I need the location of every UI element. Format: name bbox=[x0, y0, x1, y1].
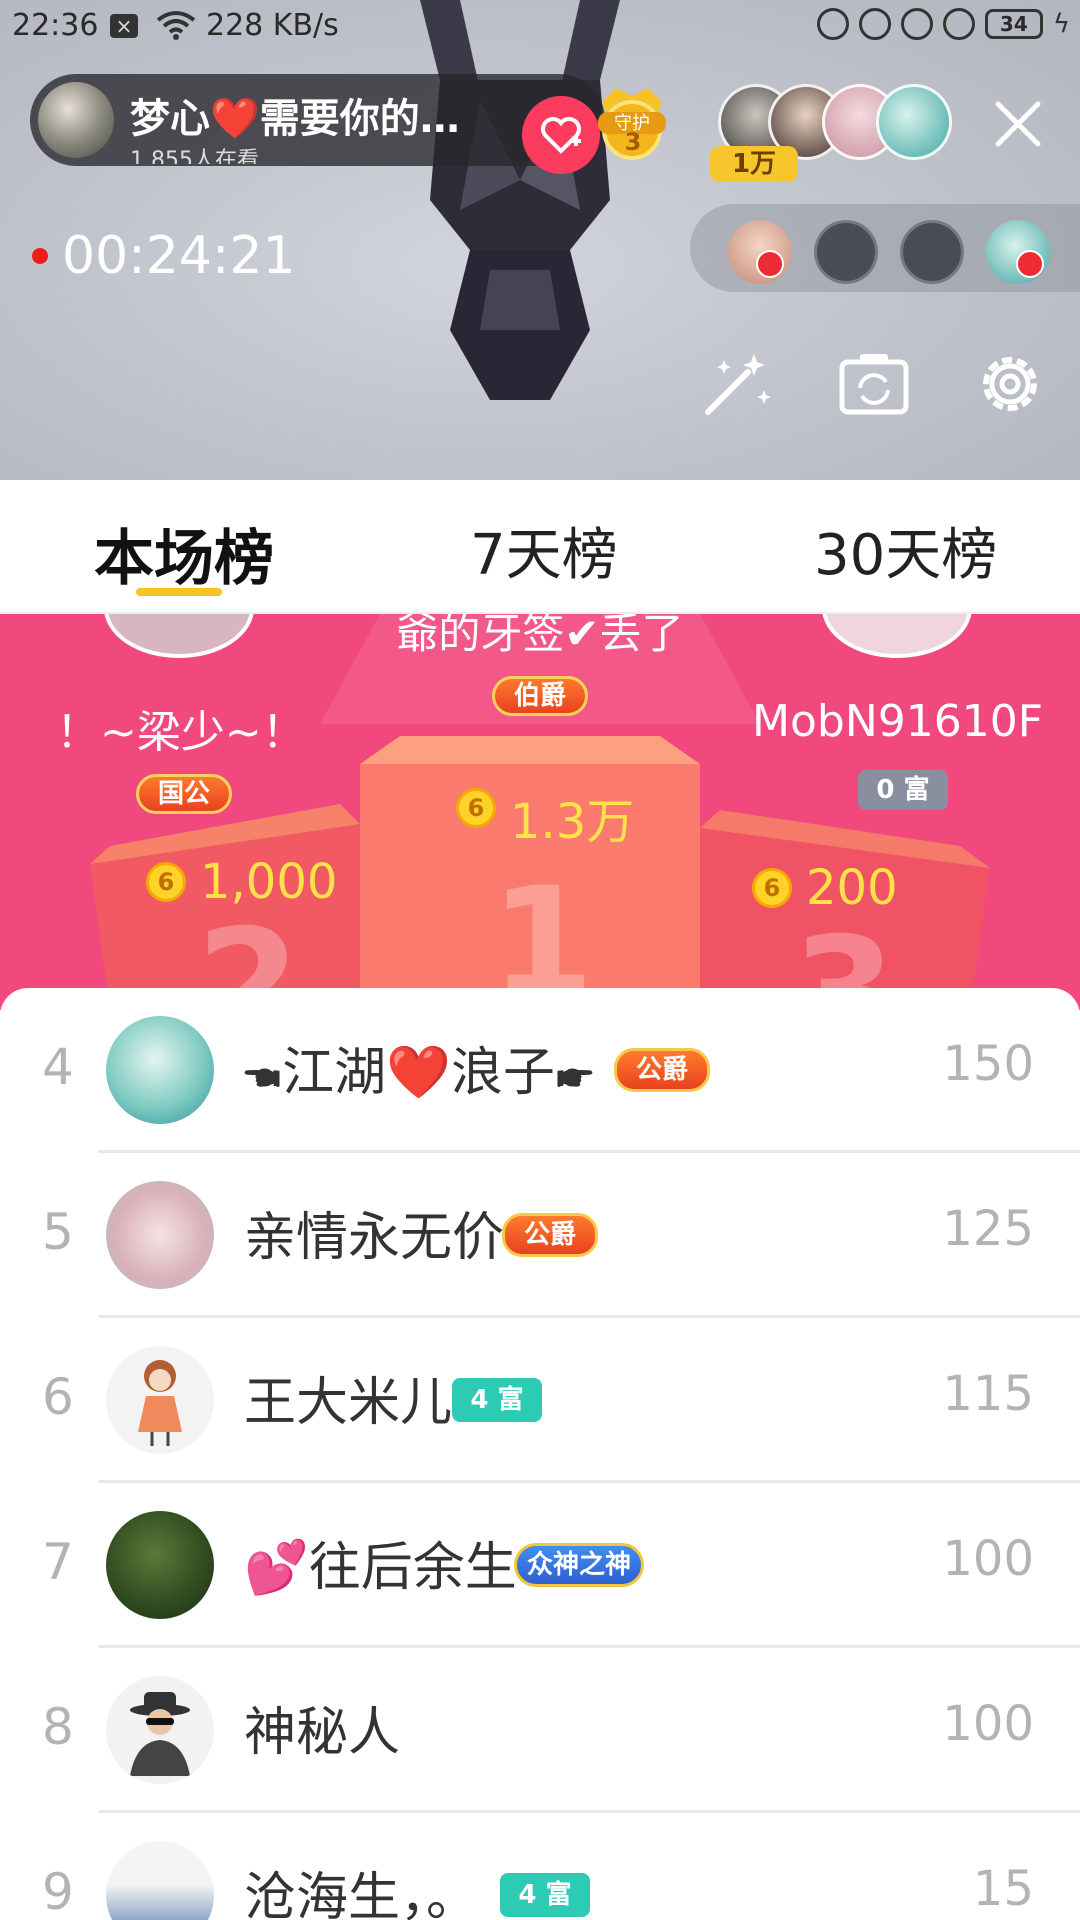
ranking-list: 4 🖜江湖❤️浪子🖝 公爵 150 5 亲情永无价 公爵 125 6 王大米儿 … bbox=[0, 988, 1080, 1920]
user-name: 神秘人 bbox=[244, 1703, 401, 1763]
avatar[interactable] bbox=[106, 1841, 214, 1920]
live-video-area: 22:36 × 228 KB/s 34 ϟ 梦心❤️需要你的… 1,855人在看 bbox=[0, 0, 1080, 480]
heart-plus-icon bbox=[541, 117, 581, 154]
girl-cartoon-icon bbox=[138, 1360, 182, 1446]
list-item[interactable]: 5 亲情永无价 公爵 125 bbox=[0, 1153, 1080, 1318]
contribution-score: 15 bbox=[972, 1861, 1034, 1917]
mute-icon bbox=[816, 8, 849, 40]
second-place-name: ！~梁少~！ bbox=[56, 707, 306, 758]
first-place-rank-badge: 伯爵 bbox=[492, 676, 588, 716]
third-place-rank-badge: 0 富 bbox=[858, 770, 948, 810]
rank-number: 7 bbox=[42, 1533, 74, 1591]
settings-gear-icon[interactable] bbox=[972, 346, 1048, 422]
top-three-podium: 爺的牙签✔丢了 伯爵 6 1.3万 1 ！~梁少~！ 国公 6 1,000 2 … bbox=[0, 614, 1080, 1010]
rank-number: 8 bbox=[42, 1698, 74, 1756]
noble-badge: 众神之神 bbox=[514, 1543, 644, 1587]
contribution-score: 100 bbox=[942, 1531, 1034, 1587]
avatar[interactable] bbox=[106, 1511, 214, 1619]
seat-icon bbox=[1016, 250, 1044, 278]
close-icon[interactable] bbox=[990, 96, 1046, 152]
second-place-rank-badge: 国公 bbox=[136, 774, 232, 814]
seat-3-empty[interactable] bbox=[900, 220, 964, 284]
network-speed: 228 KB/s bbox=[206, 8, 339, 43]
mystery-man-icon bbox=[130, 1692, 190, 1776]
user-name: 💕往后余生 bbox=[244, 1538, 517, 1598]
user-name: 🖜江湖❤️浪子🖝 bbox=[244, 1043, 593, 1103]
list-item[interactable]: 6 王大米儿 4 富 115 bbox=[0, 1318, 1080, 1483]
fans-count-badge[interactable]: 1万 bbox=[710, 146, 798, 182]
host-name: 梦心❤️需要你的… bbox=[130, 96, 460, 142]
lock-rotation-icon bbox=[858, 8, 891, 40]
list-item[interactable]: 7 💕往后余生 众神之神 100 bbox=[0, 1483, 1080, 1648]
guard-count: 3 bbox=[624, 128, 642, 156]
wealth-badge: 4 富 bbox=[500, 1873, 590, 1917]
follow-button[interactable] bbox=[522, 96, 600, 174]
avatar[interactable] bbox=[106, 1346, 214, 1454]
contribution-score: 115 bbox=[942, 1366, 1034, 1422]
seat-2-empty[interactable] bbox=[814, 220, 878, 284]
status-time: 22:36 bbox=[12, 8, 99, 43]
host-info-pill[interactable]: 梦心❤️需要你的… 1,855人在看 bbox=[30, 74, 605, 166]
first-place-score: 1.3万 bbox=[510, 794, 635, 850]
status-right-icons: 34 ϟ bbox=[816, 8, 1070, 40]
tab-session-board[interactable]: 本场榜 bbox=[94, 510, 274, 597]
contribution-score: 100 bbox=[942, 1696, 1034, 1752]
active-tab-indicator bbox=[136, 588, 222, 596]
contribution-score: 150 bbox=[942, 1036, 1034, 1092]
first-place-number: 1 bbox=[490, 856, 595, 1010]
user-name: 亲情永无价 bbox=[244, 1208, 505, 1268]
user-name: 王大米儿 bbox=[244, 1373, 453, 1433]
first-place-name: 爺的牙签✔丢了 bbox=[396, 614, 684, 658]
contribution-score: 125 bbox=[942, 1201, 1034, 1257]
third-place-name: MobN91610F bbox=[752, 696, 1044, 747]
video-background-deer-head bbox=[420, 0, 620, 400]
user-name: 沧海生，。 bbox=[244, 1868, 479, 1920]
list-item[interactable]: 4 🖜江湖❤️浪子🖝 公爵 150 bbox=[0, 988, 1080, 1153]
viewer-count: 1,855人在看 bbox=[130, 148, 259, 164]
avatar[interactable] bbox=[106, 1016, 214, 1124]
top-viewer-avatar-4[interactable] bbox=[876, 84, 952, 160]
charging-icon: ϟ bbox=[1052, 9, 1070, 39]
coin-icon: 6 bbox=[456, 788, 496, 828]
battery-icon: 34 bbox=[984, 9, 1043, 39]
headphone-icon bbox=[942, 8, 975, 40]
host-avatar[interactable] bbox=[38, 82, 114, 158]
avatar[interactable] bbox=[106, 1676, 214, 1784]
leaderboard-tabs: 本场榜 7天榜 30天榜 bbox=[0, 480, 1080, 614]
rank-number: 6 bbox=[42, 1368, 74, 1426]
recording-dot-icon bbox=[32, 248, 48, 264]
noble-badge: 公爵 bbox=[614, 1048, 710, 1092]
seat-4-avatar[interactable] bbox=[986, 220, 1050, 284]
camera-flip-icon[interactable] bbox=[836, 346, 912, 422]
rank-number: 9 bbox=[42, 1863, 74, 1920]
noble-badge: 公爵 bbox=[502, 1213, 598, 1257]
tab-7-day-board[interactable]: 7天榜 bbox=[470, 510, 618, 591]
list-item[interactable]: 8 神秘人 100 bbox=[0, 1648, 1080, 1813]
live-timer: 00:24:21 bbox=[62, 226, 296, 286]
wifi-icon bbox=[156, 11, 196, 40]
magic-wand-icon[interactable] bbox=[698, 346, 774, 422]
wealth-badge: 4 富 bbox=[452, 1378, 542, 1422]
rank-number: 5 bbox=[42, 1203, 74, 1261]
notification-icon: × bbox=[110, 14, 138, 38]
list-item[interactable]: 9 沧海生，。 4 富 15 bbox=[0, 1813, 1080, 1920]
guard-badge-icon[interactable]: 守护 bbox=[592, 82, 672, 172]
seat-icon bbox=[756, 250, 784, 278]
coin-icon: 6 bbox=[146, 862, 186, 902]
alarm-icon bbox=[900, 8, 933, 40]
status-bar: 22:36 × 228 KB/s 34 ϟ bbox=[0, 0, 1080, 52]
avatar[interactable] bbox=[106, 1181, 214, 1289]
coin-icon: 6 bbox=[752, 868, 792, 908]
tab-30-day-board[interactable]: 30天榜 bbox=[814, 510, 997, 591]
rank-number: 4 bbox=[42, 1038, 74, 1096]
